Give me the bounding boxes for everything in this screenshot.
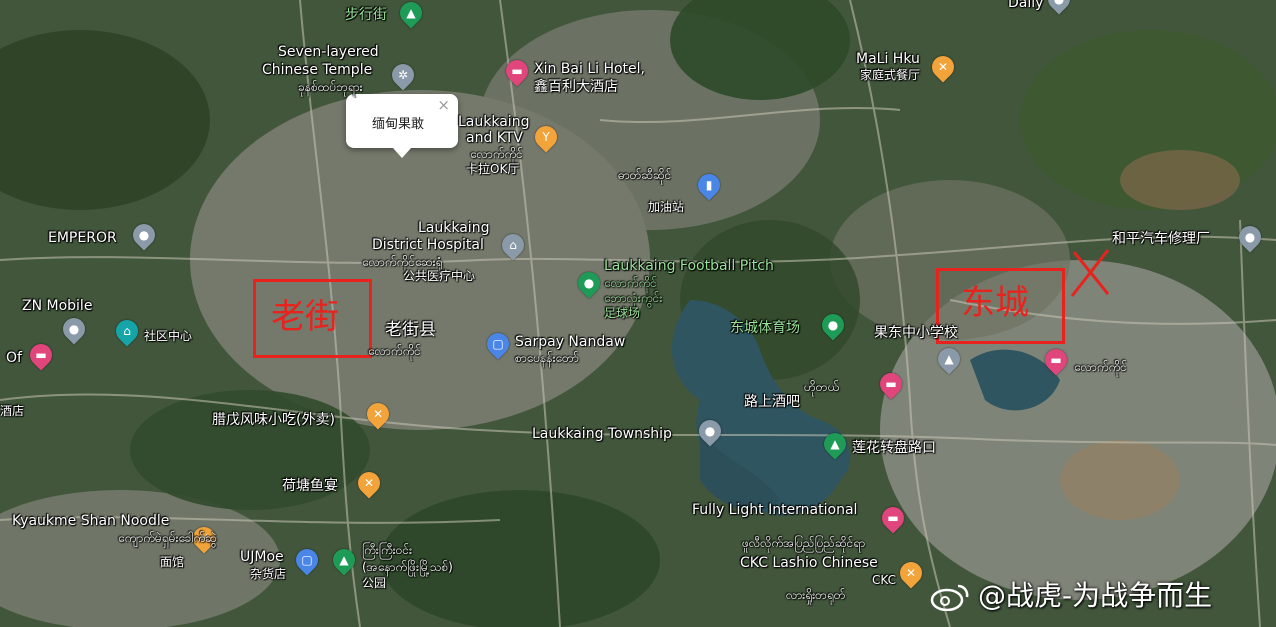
popup-text: 缅甸果敢	[372, 117, 425, 132]
map-view[interactable]: 缅甸果敢 × 老街 东城 ▲ ✲ ▬ Y ✕ ▮ ⌂ ● ● ● ● ⌂ ▬ ▢…	[0, 0, 1276, 627]
bar-pin-icon[interactable]: Y	[530, 121, 562, 153]
label-seven-layered-2: Chinese Temple	[262, 62, 373, 78]
label-left-edge: 酒店	[0, 404, 25, 418]
hotel-pin-icon[interactable]: ▬	[501, 55, 533, 87]
label-ktv-3: 卡拉OK厅	[466, 162, 520, 176]
label-ktv-1: Laukkaing	[458, 114, 530, 130]
close-icon[interactable]: ×	[437, 96, 450, 114]
label-lushang-bar: 路上酒吧	[744, 394, 800, 410]
label-kyaukme-sub: ကျောက်မဲရှမ်းခေါက်ဆွဲ	[118, 531, 217, 545]
label-zn-mobile: ZN Mobile	[22, 298, 93, 314]
place-pin-icon[interactable]: ●	[58, 313, 90, 345]
label-park-sub1: ကြီးကြီးဝင်း	[362, 543, 413, 557]
label-hospital-sub: လောက်ကိုင်ဆေးရုံ	[362, 255, 443, 269]
label-ckc-sub: လားရှိုးတရုတ်	[786, 588, 846, 602]
park-pin-icon[interactable]: ▲	[819, 428, 851, 460]
label-kyaukme-1: Kyaukme Shan Noodle	[12, 513, 170, 529]
label-hetang: 荷塘鱼宴	[282, 478, 338, 494]
label-stadium: 东城体育场	[730, 320, 800, 336]
label-xinbaili-1: Xin Bai Li Hotel,	[534, 61, 646, 77]
label-hospital-2: District Hospital	[372, 237, 484, 253]
label-ujmoe: UJMoe	[240, 549, 284, 565]
park-pin-icon[interactable]: ▲	[328, 544, 360, 576]
label-laojie-county: 老街县	[385, 320, 436, 340]
label-gas-sub: ဓာတ်ဆီဆိုင်	[618, 168, 672, 182]
label-lotus: 莲花转盘路口	[852, 440, 936, 456]
place-pin-icon[interactable]: ●	[1234, 221, 1266, 253]
label-seven-layered-1: Seven-layered	[278, 44, 379, 60]
label-kyaukme-cn: 面馆	[160, 555, 185, 569]
label-ktv-2: and KTV	[466, 130, 524, 146]
restaurant-pin-icon[interactable]: ✕	[353, 467, 385, 499]
label-seven-layered-sub: ခုနစ်ထပ်ဘုရား	[298, 80, 363, 94]
shopping-pin-icon[interactable]: ▢	[291, 544, 323, 576]
label-xinbaili-2: 鑫百利大酒店	[534, 79, 618, 95]
label-community: 社区中心	[144, 329, 193, 343]
label-sarpay-sub: စာပေနန်းတော်	[515, 351, 579, 365]
label-hospital-cn: 公共医疗中心	[403, 269, 476, 283]
restaurant-pin-icon[interactable]: ✕	[927, 51, 959, 83]
hotel-pin-icon[interactable]: ▬	[1040, 344, 1072, 376]
label-laukkaing-my: လောက်ကိုင်	[1074, 360, 1127, 374]
label-park-cn: 公园	[362, 576, 387, 590]
label-school: 果东中小学校	[874, 325, 958, 341]
label-mali-hku: MaLi Hku	[856, 51, 920, 67]
label-emperor: EMPEROR	[48, 230, 117, 246]
east-city-box-label: 东城	[961, 283, 1029, 323]
label-of: Of	[6, 350, 22, 366]
label-ktv-sub: လောက်ကိုင်	[470, 147, 523, 161]
watermark: @战虎-为战争而生	[978, 579, 1213, 612]
shopping-pin-icon[interactable]: ▢	[482, 328, 514, 360]
temple-pin-icon[interactable]: ✲	[387, 59, 419, 91]
label-laxu-snack: 腊戊风味小吃(外卖)	[212, 412, 335, 428]
hotel-pin-icon[interactable]: ▬	[877, 502, 909, 534]
label-sarpay: Sarpay Nandaw	[515, 334, 626, 350]
weibo-logo-icon	[930, 584, 969, 611]
label-mali-hku-sub: 家庭式餐厅	[860, 68, 921, 82]
label-township: Laukkaing Township	[532, 426, 672, 442]
label-fully-light: Fully Light International	[692, 502, 858, 518]
label-hotel-sub: ဟိုတယ်	[804, 380, 840, 394]
hotel-pin-icon[interactable]: ▬	[25, 339, 57, 371]
hospital-pin-icon[interactable]: ⌂	[497, 229, 529, 261]
label-walking-street: 步行街	[345, 7, 387, 23]
label-fully-light-sub: ဖူလီလိုက်အပြည်ပြည်ဆိုင်ရာ	[742, 536, 866, 550]
place-pin-icon[interactable]: ●	[694, 415, 726, 447]
label-football: Laukkaing Football Pitch	[604, 258, 774, 274]
label-hospital-1: Laukkaing	[418, 220, 490, 236]
old-street-box-label: 老街	[271, 297, 339, 337]
label-daily: Daily	[1008, 0, 1044, 11]
restaurant-pin-icon[interactable]: ✕	[895, 557, 927, 589]
community-pin-icon[interactable]: ⌂	[111, 315, 143, 347]
label-football-sub1: လောက်ကိုင်	[604, 276, 657, 290]
cross-mark-icon	[1070, 249, 1110, 297]
gas-station-pin-icon[interactable]: ▮	[693, 169, 725, 201]
label-gas-cn: 加油站	[648, 200, 685, 214]
football-pin-icon[interactable]: ●	[573, 267, 605, 299]
label-ckc-2: CKC	[872, 573, 896, 587]
hotel-pin-icon[interactable]: ▬	[875, 368, 907, 400]
restaurant-pin-icon[interactable]: ✕	[362, 398, 394, 430]
label-heping: 和平汽车修理厂	[1112, 231, 1210, 247]
stadium-pin-icon[interactable]: ●	[817, 309, 849, 341]
label-ckc-1: CKC Lashio Chinese	[740, 555, 878, 571]
label-park-sub2: (အနောက်ဖြိုးမြို့သစ်)	[362, 560, 453, 574]
school-pin-icon[interactable]: ▲	[933, 343, 965, 375]
label-football-sub2: ဘောလုံးကွင်း	[604, 291, 663, 305]
info-popup: 缅甸果敢 ×	[346, 94, 458, 158]
label-laojie-county-sub: လောက်ကိုင်	[368, 344, 421, 358]
place-pin-icon[interactable]: ●	[128, 219, 160, 251]
label-ujmoe-cn: 杂货店	[250, 567, 287, 581]
label-football-cn: 足球场	[604, 306, 641, 320]
